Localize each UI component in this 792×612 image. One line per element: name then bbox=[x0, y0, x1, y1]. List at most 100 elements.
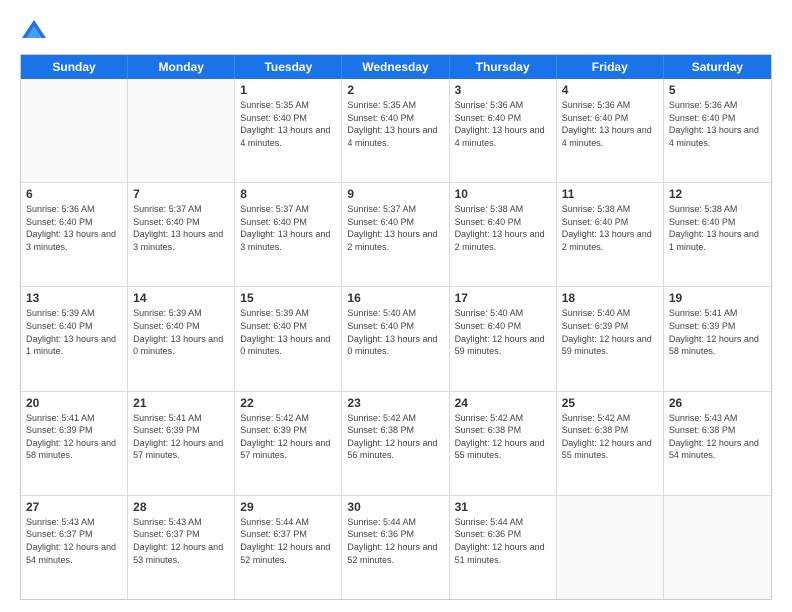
day-number: 13 bbox=[26, 291, 122, 305]
calendar-cell: 25Sunrise: 5:42 AMSunset: 6:38 PMDayligh… bbox=[557, 392, 664, 495]
day-number: 4 bbox=[562, 83, 658, 97]
calendar-cell: 17 Sunrise: 5:40 AMSunset: 6:40 PMDayligh… bbox=[450, 287, 557, 390]
day-number: 22 bbox=[240, 396, 336, 410]
day-info: Sunrise: 5:43 AMSunset: 6:37 PMDaylight:… bbox=[26, 516, 122, 566]
day-info: Sunrise: 5:39 AMSunset: 6:40 PMDaylight:… bbox=[26, 307, 122, 357]
day-number: 3 bbox=[455, 83, 551, 97]
day-info: Sunrise: 5:44 AMSunset: 6:36 PMDaylight:… bbox=[347, 516, 443, 566]
day-number: 1 bbox=[240, 83, 336, 97]
calendar-cell: 13 Sunrise: 5:39 AMSunset: 6:40 PMDayligh… bbox=[21, 287, 128, 390]
calendar-cell: 10 Sunrise: 5:38 AMSunset: 6:40 PMDayligh… bbox=[450, 183, 557, 286]
day-info: Sunrise: 5:41 AMSunset: 6:39 PMDaylight:… bbox=[669, 307, 766, 357]
day-info: Sunrise: 5:35 AMSunset: 6:40 PMDaylight:… bbox=[347, 99, 443, 149]
calendar-cell: 30 Sunrise: 5:44 AMSunset: 6:36 PMDayligh… bbox=[342, 496, 449, 599]
day-header-sunday: Sunday bbox=[21, 55, 128, 79]
calendar-cell: 7Sunrise: 5:37 AMSunset: 6:40 PMDaylight… bbox=[128, 183, 235, 286]
calendar-week-1: 1 Sunrise: 5:35 AMSunset: 6:40 PMDaylight… bbox=[21, 79, 771, 183]
day-info: Sunrise: 5:43 AMSunset: 6:37 PMDaylight:… bbox=[133, 516, 229, 566]
calendar-cell: 1 Sunrise: 5:35 AMSunset: 6:40 PMDaylight… bbox=[235, 79, 342, 182]
day-number: 15 bbox=[240, 291, 336, 305]
day-info: Sunrise: 5:40 AMSunset: 6:40 PMDaylight:… bbox=[347, 307, 443, 357]
calendar-cell: 21 Sunrise: 5:41 AMSunset: 6:39 PMDayligh… bbox=[128, 392, 235, 495]
calendar-cell: 28 Sunrise: 5:43 AMSunset: 6:37 PMDayligh… bbox=[128, 496, 235, 599]
day-info: Sunrise: 5:37 AMSunset: 6:40 PMDaylight:… bbox=[240, 203, 336, 253]
calendar-cell: 23 Sunrise: 5:42 AMSunset: 6:38 PMDayligh… bbox=[342, 392, 449, 495]
calendar-cell: 2 Sunrise: 5:35 AMSunset: 6:40 PMDaylight… bbox=[342, 79, 449, 182]
day-number: 16 bbox=[347, 291, 443, 305]
calendar: SundayMondayTuesdayWednesdayThursdayFrid… bbox=[20, 54, 772, 600]
day-header-tuesday: Tuesday bbox=[235, 55, 342, 79]
calendar-cell: 19 Sunrise: 5:41 AMSunset: 6:39 PMDayligh… bbox=[664, 287, 771, 390]
day-info: Sunrise: 5:38 AMSunset: 6:40 PMDaylight:… bbox=[455, 203, 551, 253]
calendar-cell: 16 Sunrise: 5:40 AMSunset: 6:40 PMDayligh… bbox=[342, 287, 449, 390]
day-number: 8 bbox=[240, 187, 336, 201]
day-number: 20 bbox=[26, 396, 122, 410]
day-number: 5 bbox=[669, 83, 766, 97]
day-info: Sunrise: 5:37 AMSunset: 6:40 PMDaylight:… bbox=[133, 203, 229, 253]
calendar-cell bbox=[128, 79, 235, 182]
day-info: Sunrise: 5:42 AMSunset: 6:38 PMDaylight:… bbox=[347, 412, 443, 462]
day-info: Sunrise: 5:44 AMSunset: 6:36 PMDaylight:… bbox=[455, 516, 551, 566]
day-number: 28 bbox=[133, 500, 229, 514]
day-info: Sunrise: 5:37 AMSunset: 6:40 PMDaylight:… bbox=[347, 203, 443, 253]
day-info: Sunrise: 5:42 AMSunset: 6:39 PMDaylight:… bbox=[240, 412, 336, 462]
day-info: Sunrise: 5:39 AMSunset: 6:40 PMDaylight:… bbox=[133, 307, 229, 357]
day-number: 26 bbox=[669, 396, 766, 410]
calendar-cell: 12Sunrise: 5:38 AMSunset: 6:40 PMDayligh… bbox=[664, 183, 771, 286]
day-info: Sunrise: 5:41 AMSunset: 6:39 PMDaylight:… bbox=[133, 412, 229, 462]
calendar-cell: 3 Sunrise: 5:36 AMSunset: 6:40 PMDaylight… bbox=[450, 79, 557, 182]
calendar-cell: 27 Sunrise: 5:43 AMSunset: 6:37 PMDayligh… bbox=[21, 496, 128, 599]
day-header-saturday: Saturday bbox=[664, 55, 771, 79]
calendar-cell: 14 Sunrise: 5:39 AMSunset: 6:40 PMDayligh… bbox=[128, 287, 235, 390]
day-number: 27 bbox=[26, 500, 122, 514]
day-number: 30 bbox=[347, 500, 443, 514]
day-info: Sunrise: 5:40 AMSunset: 6:40 PMDaylight:… bbox=[455, 307, 551, 357]
calendar-cell bbox=[664, 496, 771, 599]
calendar-cell: 4 Sunrise: 5:36 AMSunset: 6:40 PMDaylight… bbox=[557, 79, 664, 182]
calendar-week-4: 20 Sunrise: 5:41 AMSunset: 6:39 PMDayligh… bbox=[21, 392, 771, 496]
calendar-body: 1 Sunrise: 5:35 AMSunset: 6:40 PMDaylight… bbox=[21, 79, 771, 599]
day-header-thursday: Thursday bbox=[450, 55, 557, 79]
day-info: Sunrise: 5:44 AMSunset: 6:37 PMDaylight:… bbox=[240, 516, 336, 566]
calendar-cell bbox=[21, 79, 128, 182]
day-number: 31 bbox=[455, 500, 551, 514]
day-number: 14 bbox=[133, 291, 229, 305]
day-info: Sunrise: 5:38 AMSunset: 6:40 PMDaylight:… bbox=[669, 203, 766, 253]
calendar-cell: 11Sunrise: 5:38 AMSunset: 6:40 PMDayligh… bbox=[557, 183, 664, 286]
calendar-week-5: 27 Sunrise: 5:43 AMSunset: 6:37 PMDayligh… bbox=[21, 496, 771, 599]
logo-icon bbox=[20, 16, 48, 44]
calendar-cell: 15 Sunrise: 5:39 AMSunset: 6:40 PMDayligh… bbox=[235, 287, 342, 390]
calendar-cell: 24Sunrise: 5:42 AMSunset: 6:38 PMDayligh… bbox=[450, 392, 557, 495]
day-info: Sunrise: 5:39 AMSunset: 6:40 PMDaylight:… bbox=[240, 307, 336, 357]
header bbox=[20, 16, 772, 44]
calendar-week-2: 6Sunrise: 5:36 AMSunset: 6:40 PMDaylight… bbox=[21, 183, 771, 287]
logo bbox=[20, 16, 52, 44]
day-number: 6 bbox=[26, 187, 122, 201]
day-number: 23 bbox=[347, 396, 443, 410]
day-info: Sunrise: 5:43 AMSunset: 6:38 PMDaylight:… bbox=[669, 412, 766, 462]
day-number: 25 bbox=[562, 396, 658, 410]
calendar-cell: 31 Sunrise: 5:44 AMSunset: 6:36 PMDayligh… bbox=[450, 496, 557, 599]
day-number: 29 bbox=[240, 500, 336, 514]
calendar-header: SundayMondayTuesdayWednesdayThursdayFrid… bbox=[21, 55, 771, 79]
day-info: Sunrise: 5:38 AMSunset: 6:40 PMDaylight:… bbox=[562, 203, 658, 253]
calendar-cell: 6Sunrise: 5:36 AMSunset: 6:40 PMDaylight… bbox=[21, 183, 128, 286]
day-number: 17 bbox=[455, 291, 551, 305]
day-number: 21 bbox=[133, 396, 229, 410]
day-info: Sunrise: 5:36 AMSunset: 6:40 PMDaylight:… bbox=[455, 99, 551, 149]
calendar-cell: 9 Sunrise: 5:37 AMSunset: 6:40 PMDaylight… bbox=[342, 183, 449, 286]
page: SundayMondayTuesdayWednesdayThursdayFrid… bbox=[0, 0, 792, 612]
calendar-cell: 26 Sunrise: 5:43 AMSunset: 6:38 PMDayligh… bbox=[664, 392, 771, 495]
day-number: 10 bbox=[455, 187, 551, 201]
day-number: 2 bbox=[347, 83, 443, 97]
day-number: 24 bbox=[455, 396, 551, 410]
day-number: 19 bbox=[669, 291, 766, 305]
calendar-cell: 22 Sunrise: 5:42 AMSunset: 6:39 PMDayligh… bbox=[235, 392, 342, 495]
day-info: Sunrise: 5:36 AMSunset: 6:40 PMDaylight:… bbox=[562, 99, 658, 149]
day-header-wednesday: Wednesday bbox=[342, 55, 449, 79]
calendar-cell: 29 Sunrise: 5:44 AMSunset: 6:37 PMDayligh… bbox=[235, 496, 342, 599]
day-header-monday: Monday bbox=[128, 55, 235, 79]
day-info: Sunrise: 5:40 AMSunset: 6:39 PMDaylight:… bbox=[562, 307, 658, 357]
day-info: Sunrise: 5:35 AMSunset: 6:40 PMDaylight:… bbox=[240, 99, 336, 149]
day-number: 9 bbox=[347, 187, 443, 201]
